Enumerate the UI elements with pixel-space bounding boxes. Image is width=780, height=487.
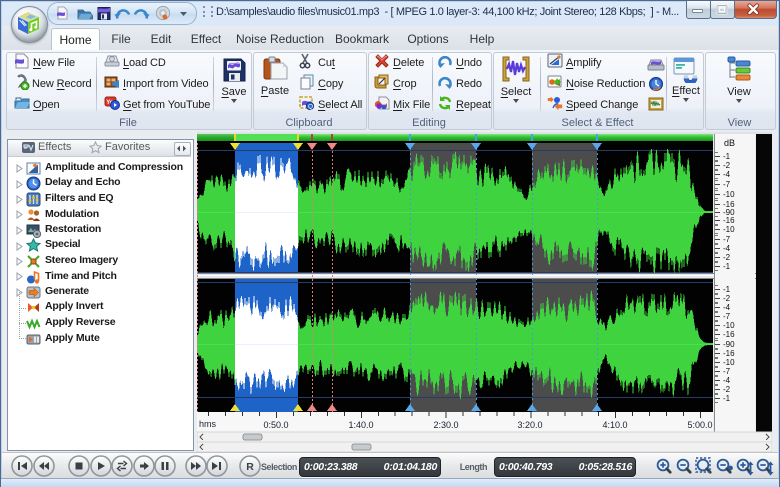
svg-text:5:00.0: 5:00.0 — [687, 420, 712, 430]
svg-text:-2: -2 — [723, 385, 731, 394]
svg-text:-90: -90 — [723, 340, 735, 349]
svg-text:R: R — [246, 461, 254, 473]
svg-text:2:30.0: 2:30.0 — [433, 420, 458, 430]
svg-text:-7: -7 — [723, 235, 731, 244]
svg-text:-10: -10 — [723, 225, 735, 234]
svg-text:-2: -2 — [723, 294, 731, 303]
svg-text:-2: -2 — [723, 253, 731, 262]
svg-text:-4: -4 — [723, 170, 731, 179]
svg-text:-2: -2 — [723, 161, 731, 170]
svg-text:-7: -7 — [723, 367, 731, 376]
svg-text:0:50.0: 0:50.0 — [263, 420, 288, 430]
svg-text:1:40.0: 1:40.0 — [348, 420, 373, 430]
svg-text:-4: -4 — [723, 303, 731, 312]
svg-text:-10: -10 — [723, 321, 735, 330]
svg-text:-10: -10 — [723, 190, 735, 199]
svg-text:-1: -1 — [723, 394, 731, 403]
svg-text:-1: -1 — [723, 285, 731, 294]
svg-text:Q: Q — [308, 104, 313, 111]
svg-text:3:20.0: 3:20.0 — [517, 420, 542, 430]
svg-text:-1: -1 — [723, 152, 731, 161]
svg-text:hms: hms — [199, 419, 217, 429]
svg-text:-4: -4 — [723, 244, 731, 253]
svg-text:-4: -4 — [723, 376, 731, 385]
svg-text:-10: -10 — [723, 358, 735, 367]
svg-text:dB: dB — [724, 138, 735, 148]
svg-text:-16: -16 — [723, 349, 735, 358]
svg-text:-1: -1 — [723, 262, 731, 271]
svg-text:4:10.0: 4:10.0 — [602, 420, 627, 430]
svg-text:-16: -16 — [723, 216, 735, 225]
svg-text:-16: -16 — [723, 330, 735, 339]
svg-text:-7: -7 — [723, 312, 731, 321]
svg-text:-7: -7 — [723, 180, 731, 189]
